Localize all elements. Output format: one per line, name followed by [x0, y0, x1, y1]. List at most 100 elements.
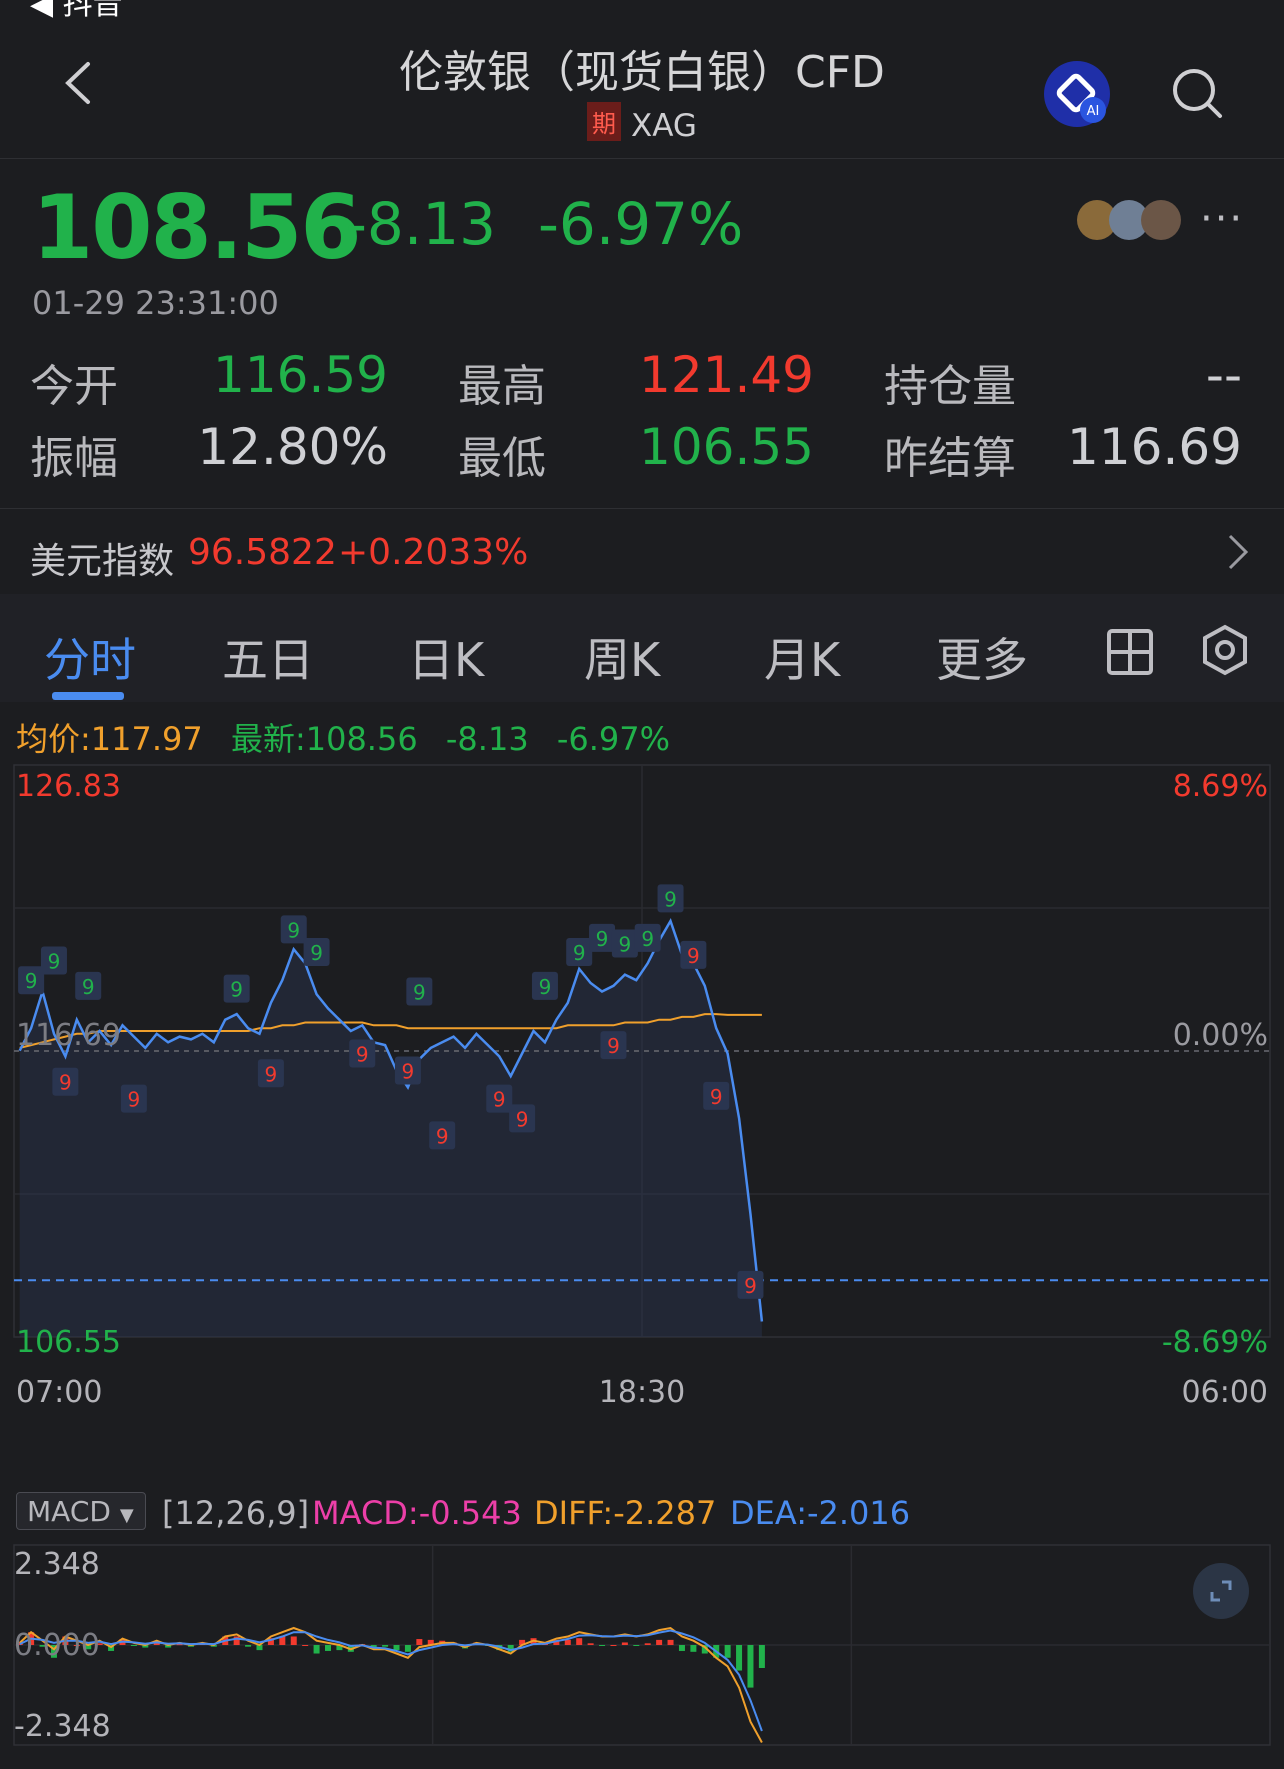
macd-y-min: -2.348	[14, 1709, 111, 1744]
signal-marker: 9	[634, 923, 661, 952]
macd-bar	[724, 1645, 731, 1658]
active-tab-indicator	[52, 692, 124, 700]
macd-bar	[690, 1645, 697, 1652]
macd-bar	[656, 1639, 663, 1645]
macd-bar	[599, 1645, 606, 1646]
svg-text:9: 9	[310, 941, 323, 965]
svg-text:AI: AI	[1087, 104, 1100, 119]
macd-bar	[747, 1645, 754, 1688]
signal-marker: 9	[531, 971, 558, 1000]
svg-text:9: 9	[402, 1059, 415, 1083]
x-label-start: 07:00	[16, 1375, 102, 1410]
signal-marker: 9	[280, 915, 307, 944]
macd-bar	[621, 1642, 628, 1645]
futures-tag: 期	[587, 102, 622, 141]
legend-change: -8.13	[445, 720, 529, 758]
indicator-name: MACD	[27, 1495, 111, 1528]
svg-text:9: 9	[607, 1034, 620, 1058]
svg-text:9: 9	[687, 944, 700, 968]
back-to-app[interactable]: ◀ 抖音	[30, 0, 123, 22]
svg-text:9: 9	[493, 1088, 506, 1112]
macd-y-max: 2.348	[14, 1547, 100, 1582]
macd-bar	[644, 1643, 651, 1645]
x-label-mid: 18:30	[599, 1375, 685, 1410]
svg-text:9: 9	[48, 949, 61, 973]
svg-text:9: 9	[641, 927, 654, 951]
macd-bar	[290, 1636, 297, 1645]
macd-bar	[302, 1645, 309, 1646]
signal-marker: 9	[611, 929, 638, 958]
svg-text:9: 9	[265, 1062, 278, 1086]
legend-pct: -6.97%	[556, 720, 671, 758]
usd-index-change: +0.2033%	[338, 532, 529, 573]
stat-value-oi: --	[1205, 346, 1242, 404]
quote-time: 01-29 23:31:00	[32, 284, 279, 322]
price-change: -8.13	[346, 190, 497, 258]
pct-min-label: -8.69%	[1162, 1325, 1268, 1360]
tab-weekly-k[interactable]: 周K	[584, 624, 660, 690]
tab-intraday[interactable]: 分时	[44, 624, 136, 690]
ai-assistant-icon[interactable]: AI	[1043, 60, 1111, 128]
diff-value: DIFF:-2.287	[534, 1494, 717, 1532]
community-avatars[interactable]	[1075, 198, 1195, 242]
search-icon[interactable]	[1170, 66, 1226, 122]
signal-marker: 9	[703, 1081, 730, 1110]
svg-text:9: 9	[516, 1107, 529, 1131]
svg-text:9: 9	[413, 980, 426, 1004]
y-min-label: 106.55	[16, 1325, 121, 1360]
stat-value-high: 121.49	[639, 346, 814, 404]
layout-grid-icon[interactable]	[1106, 628, 1154, 676]
usd-index-label: 美元指数	[30, 541, 175, 582]
chart-legend: 均价:117.97 最新:108.56 -8.13 -6.97%	[16, 714, 670, 760]
svg-text:9: 9	[436, 1124, 449, 1148]
macd-chart[interactable]: 2.348 0.000 -2.348	[0, 1540, 1284, 1760]
stat-label-oi: 持仓量	[884, 361, 1016, 412]
signal-marker: 9	[349, 1039, 376, 1068]
macd-bar	[130, 1645, 137, 1646]
signal-marker: 9	[406, 977, 433, 1006]
tab-daily-k[interactable]: 日K	[408, 624, 484, 690]
signal-marker: 9	[680, 940, 707, 969]
signal-marker: 9	[566, 938, 593, 966]
chevron-right-icon[interactable]	[1222, 532, 1252, 572]
price-area	[19, 921, 762, 1337]
usd-index-value: 96.5822	[188, 532, 337, 573]
macd-bar	[245, 1645, 252, 1647]
signal-marker: 9	[40, 946, 67, 975]
signal-marker: 9	[223, 974, 250, 1003]
macd-bar	[313, 1645, 320, 1654]
signal-marker: 9	[303, 938, 330, 966]
stat-label-amplitude: 振幅	[30, 433, 118, 484]
signal-marker: 9	[486, 1084, 513, 1113]
macd-value: MACD:-0.543	[312, 1494, 522, 1532]
macd-bar	[393, 1645, 400, 1651]
svg-text:9: 9	[356, 1043, 369, 1067]
tab-more[interactable]: 更多	[936, 624, 1028, 690]
settings-icon[interactable]	[1200, 624, 1250, 676]
indicator-selector[interactable]: MACD ▼	[16, 1492, 146, 1530]
macd-bar	[587, 1643, 594, 1645]
more-options-button[interactable]: ···	[1200, 196, 1244, 242]
signal-marker: 9	[589, 923, 616, 952]
signal-marker: 9	[394, 1056, 421, 1085]
stat-label-prev-settle: 昨结算	[884, 433, 1016, 484]
stat-value-low: 106.55	[639, 418, 814, 476]
stat-value-open: 116.59	[213, 346, 388, 404]
svg-text:9: 9	[287, 918, 300, 942]
dea-value: DEA:-2.016	[730, 1494, 911, 1532]
stat-label-open: 今开	[30, 361, 118, 412]
tab-monthly-k[interactable]: 月K	[764, 624, 840, 690]
expand-icon[interactable]	[1192, 1562, 1250, 1620]
intraday-chart[interactable]: 99999999999999999999 99999 126.83 8.69% 1…	[0, 760, 1284, 1420]
svg-text:9: 9	[710, 1085, 723, 1109]
pct-max-label: 8.69%	[1173, 769, 1268, 804]
macd-bar	[416, 1639, 423, 1645]
signal-marker: 9	[52, 1067, 79, 1096]
macd-bar	[325, 1645, 331, 1651]
macd-bar	[736, 1645, 743, 1671]
x-label-end: 06:00	[1182, 1375, 1268, 1410]
signal-marker: 9	[509, 1104, 536, 1133]
svg-text:9: 9	[25, 969, 38, 993]
tab-five-day[interactable]: 五日	[222, 624, 314, 690]
stat-value-prev-settle: 116.69	[1067, 418, 1242, 476]
